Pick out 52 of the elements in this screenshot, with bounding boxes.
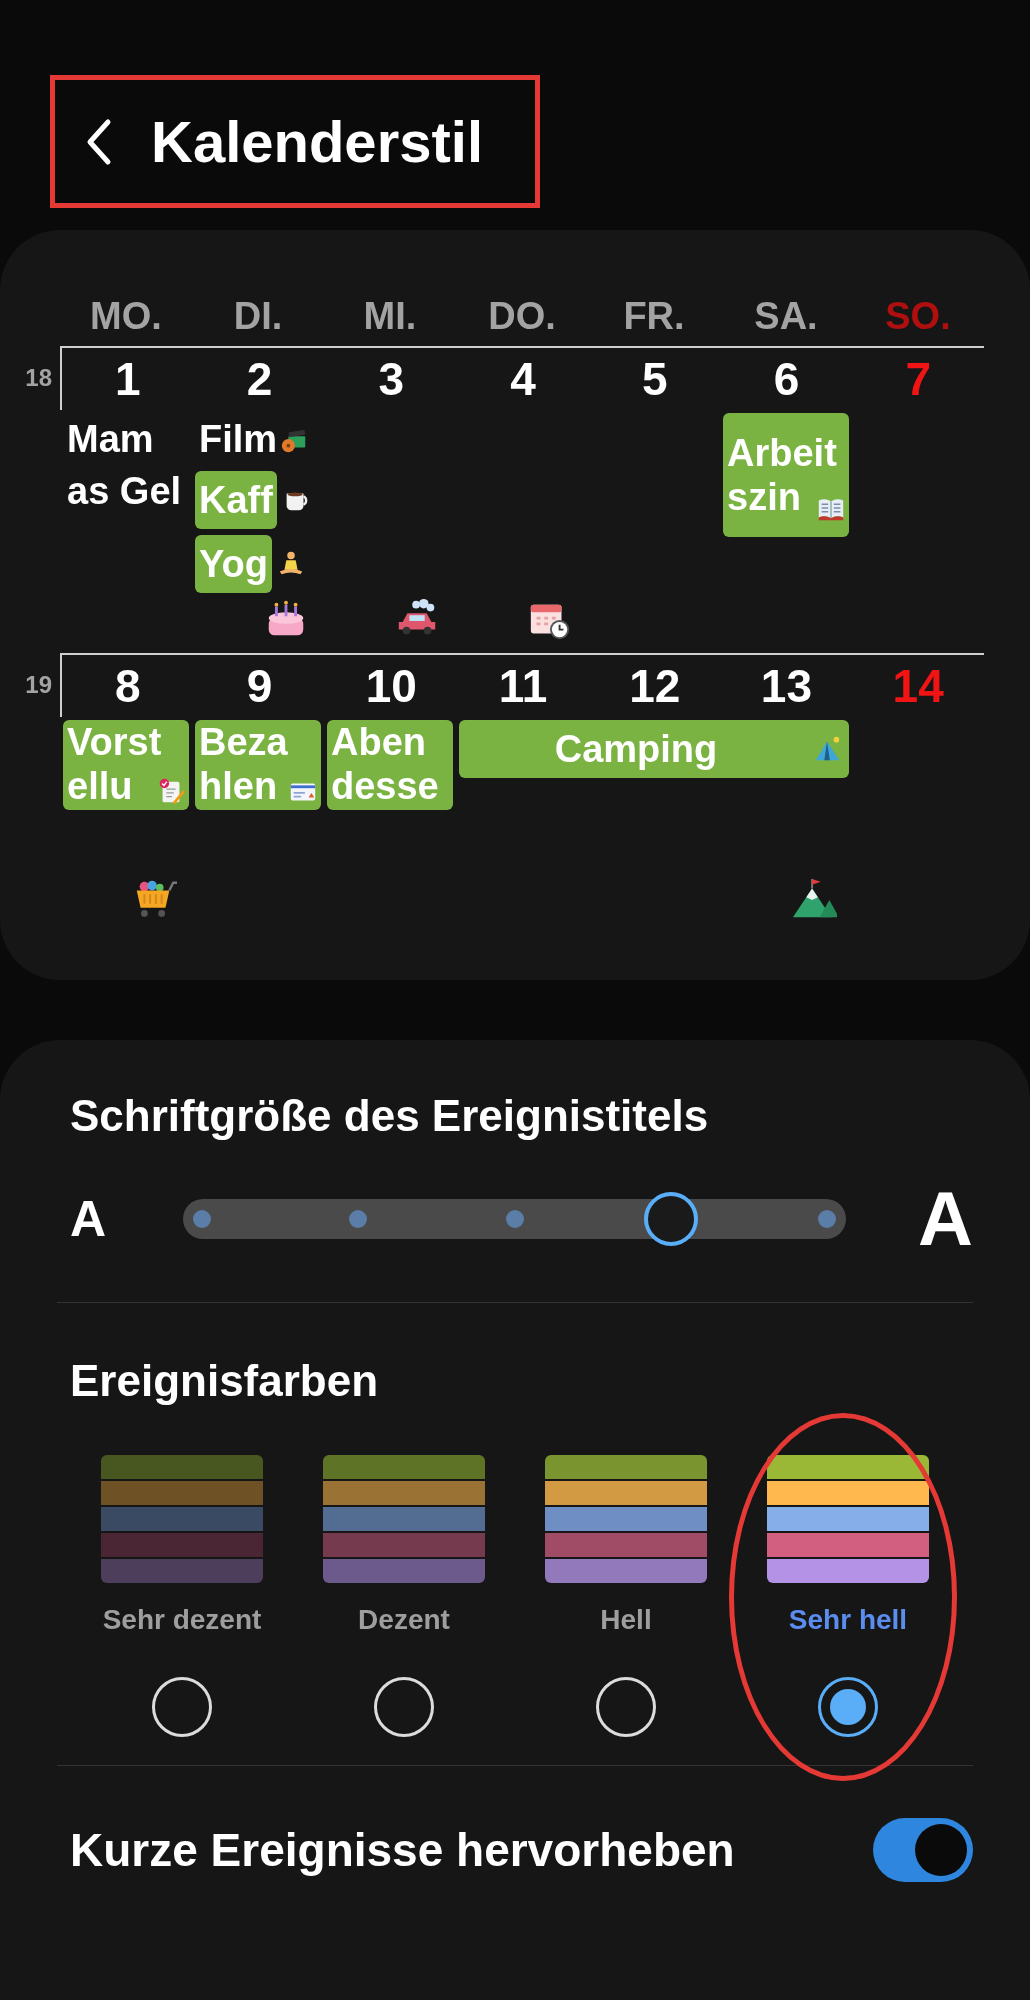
color-swatch[interactable] <box>767 1455 929 1583</box>
event-chip[interactable]: Kaff <box>195 471 277 529</box>
option-label: Dezent <box>358 1603 450 1637</box>
event-title: Mam as Gel <box>67 417 182 514</box>
event-chip[interactable]: Aben desse <box>327 720 453 810</box>
week-number: 18 <box>25 363 52 393</box>
section-title: Ereignisfarben <box>69 1355 380 1407</box>
weekday-label: FR. <box>622 294 686 339</box>
radio-button[interactable] <box>596 1677 656 1737</box>
date-number: 7 <box>905 356 931 402</box>
event-chip[interactable]: Vorst ellu <box>63 720 189 810</box>
date-number: 14 <box>892 663 944 709</box>
radio-button[interactable] <box>374 1677 434 1737</box>
weekday-label: SA. <box>753 294 819 339</box>
date-number: 5 <box>641 356 668 402</box>
slider-track[interactable] <box>183 1199 846 1239</box>
slider-thumb[interactable] <box>643 1192 698 1246</box>
option-label: Hell <box>600 1603 652 1637</box>
radio-button[interactable] <box>152 1677 212 1737</box>
weekday-label: DI. <box>232 294 284 339</box>
small-a-label: A <box>69 1189 108 1249</box>
page-title: Kalenderstil <box>151 112 483 171</box>
weekday-label: DO. <box>487 294 557 339</box>
event-chip[interactable]: Beza hlen <box>195 720 321 810</box>
date-number: 12 <box>629 663 681 709</box>
date-number: 11 <box>498 663 548 709</box>
event-chip[interactable]: Arbeit szin <box>723 413 849 537</box>
setting-label: Kurze Ereignisse hervorheben <box>70 1822 735 1878</box>
weekday-label: SO. <box>884 294 952 339</box>
date-number: 4 <box>510 356 536 402</box>
date-number: 10 <box>365 663 417 709</box>
option-label: Sehr hell <box>788 1603 908 1637</box>
section-title: Schriftgröße des Ereignistitels <box>69 1090 710 1142</box>
date-number: 8 <box>115 663 141 709</box>
date-number: 6 <box>773 356 800 402</box>
option-label: Sehr dezent <box>102 1603 262 1637</box>
date-number: 13 <box>760 663 813 709</box>
event-chip[interactable]: Yog <box>195 535 272 593</box>
event-bar[interactable]: Camping <box>459 720 849 778</box>
date-number: 2 <box>246 356 273 402</box>
date-number: 9 <box>246 663 273 709</box>
color-swatch[interactable] <box>323 1455 485 1583</box>
color-swatch[interactable] <box>101 1455 263 1583</box>
date-number: 1 <box>115 356 141 402</box>
color-swatch[interactable] <box>545 1455 707 1583</box>
week-number: 19 <box>25 670 52 700</box>
weekday-label: MO. <box>89 294 163 339</box>
date-number: 3 <box>378 356 405 402</box>
radio-button[interactable] <box>818 1677 878 1737</box>
large-a-label: A <box>918 1181 973 1257</box>
weekday-label: MI. <box>362 294 418 339</box>
event-title: Film <box>199 417 278 462</box>
